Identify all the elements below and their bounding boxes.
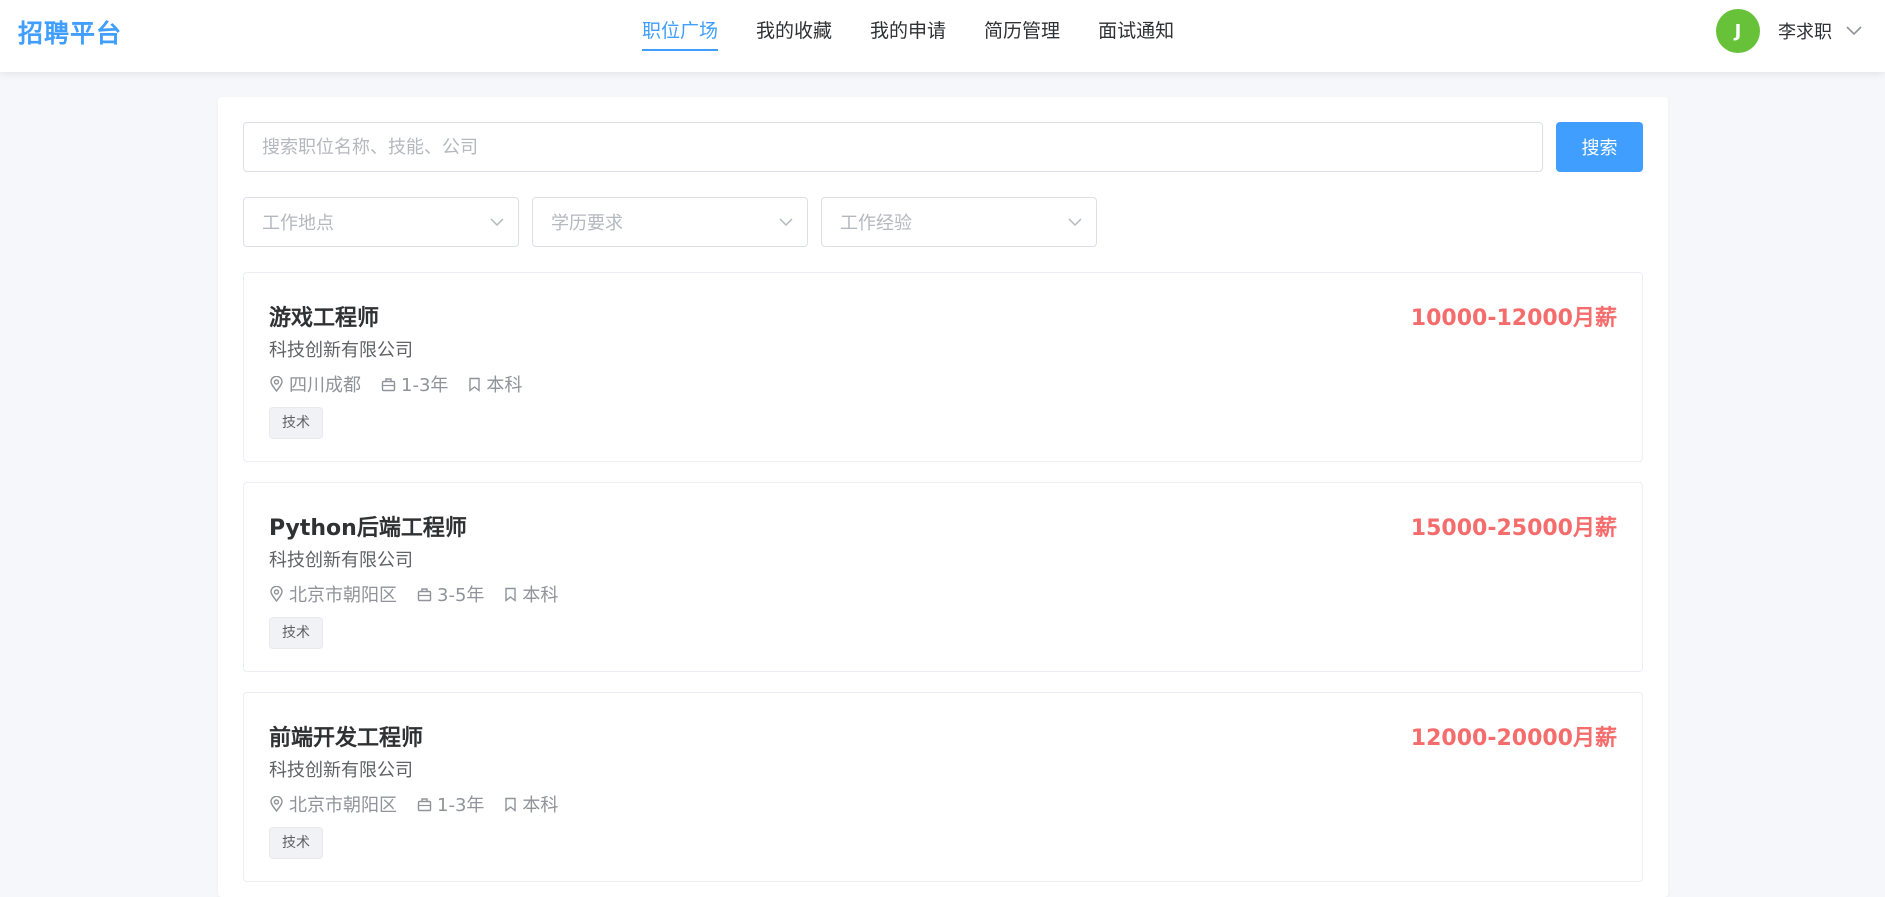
briefcase-icon — [417, 587, 432, 601]
location-pin-icon — [270, 796, 283, 812]
job-card[interactable]: Python后端工程师 15000-25000月薪 科技创新有限公司 北京市朝阳… — [243, 482, 1643, 672]
bookmark-icon — [505, 797, 517, 812]
user-menu[interactable]: J 李求职 — [1716, 9, 1862, 53]
job-location-text: 北京市朝阳区 — [289, 795, 397, 816]
experience-filter-select[interactable]: 工作经验 — [821, 197, 1097, 247]
job-tag: 技术 — [269, 407, 323, 439]
chevron-down-icon[interactable] — [1846, 26, 1862, 36]
location-filter-placeholder: 工作地点 — [262, 213, 334, 234]
job-card[interactable]: 游戏工程师 10000-12000月薪 科技创新有限公司 四川成都 1-3年 本… — [243, 272, 1643, 462]
location-pin-icon — [270, 586, 283, 602]
job-salary: 12000-20000月薪 — [1410, 726, 1617, 751]
app-logo[interactable]: 招聘平台 — [18, 14, 122, 50]
chevron-down-icon — [1068, 217, 1082, 226]
job-education-text: 本科 — [486, 375, 523, 396]
job-company: 科技创新有限公司 — [269, 340, 413, 361]
job-title[interactable]: 前端开发工程师 — [269, 720, 423, 752]
job-location: 四川成都 — [269, 371, 361, 397]
job-meta: 北京市朝阳区 3-5年 本科 — [269, 581, 578, 607]
job-list-panel: 搜索 工作地点 学历要求 工作经验 游戏工程师 10000-12000月薪 科技… — [218, 97, 1668, 897]
job-salary: 10000-12000月薪 — [1410, 306, 1617, 331]
bookmark-icon — [469, 377, 481, 392]
job-meta: 北京市朝阳区 1-3年 本科 — [269, 791, 578, 817]
job-title[interactable]: 游戏工程师 — [269, 300, 379, 332]
education-filter-placeholder: 学历要求 — [551, 213, 623, 234]
chevron-down-icon — [490, 217, 504, 226]
job-education: 本科 — [468, 371, 522, 397]
nav-item-my-applications[interactable]: 我的申请 — [870, 0, 946, 72]
briefcase-icon — [381, 377, 396, 391]
username[interactable]: 李求职 — [1778, 18, 1832, 44]
job-experience: 3-5年 — [417, 581, 484, 607]
job-meta: 四川成都 1-3年 本科 — [269, 371, 542, 397]
job-company: 科技创新有限公司 — [269, 760, 413, 781]
education-filter-select[interactable]: 学历要求 — [532, 197, 808, 247]
main-nav: 职位广场 我的收藏 我的申请 简历管理 面试通知 — [642, 0, 1212, 72]
location-pin-icon — [270, 376, 283, 392]
job-salary: 15000-25000月薪 — [1410, 516, 1617, 541]
job-experience-text: 1-3年 — [401, 375, 449, 396]
job-education-text: 本科 — [522, 795, 559, 816]
job-experience: 1-3年 — [381, 371, 448, 397]
chevron-down-icon — [779, 217, 793, 226]
job-location: 北京市朝阳区 — [269, 581, 397, 607]
bookmark-icon — [505, 587, 517, 602]
job-location-text: 四川成都 — [289, 375, 361, 396]
nav-item-job-square[interactable]: 职位广场 — [642, 0, 719, 72]
job-location: 北京市朝阳区 — [269, 791, 397, 817]
location-filter-select[interactable]: 工作地点 — [243, 197, 519, 247]
job-education: 本科 — [504, 791, 558, 817]
search-input[interactable] — [243, 122, 1543, 172]
search-button[interactable]: 搜索 — [1556, 122, 1643, 172]
job-title[interactable]: Python后端工程师 — [269, 510, 467, 542]
job-company: 科技创新有限公司 — [269, 550, 413, 571]
job-experience: 1-3年 — [417, 791, 484, 817]
job-tag: 技术 — [269, 617, 323, 649]
nav-item-interview-notices[interactable]: 面试通知 — [1098, 0, 1174, 72]
job-location-text: 北京市朝阳区 — [289, 585, 397, 606]
job-experience-text: 1-3年 — [437, 795, 485, 816]
avatar[interactable]: J — [1716, 9, 1760, 53]
experience-filter-placeholder: 工作经验 — [840, 213, 912, 234]
job-tag: 技术 — [269, 827, 323, 859]
nav-item-resume-management[interactable]: 简历管理 — [984, 0, 1060, 72]
top-header: 招聘平台 职位广场 我的收藏 我的申请 简历管理 面试通知 J 李求职 — [0, 0, 1885, 72]
nav-item-my-favorites[interactable]: 我的收藏 — [756, 0, 832, 72]
job-education-text: 本科 — [522, 585, 559, 606]
job-experience-text: 3-5年 — [437, 585, 485, 606]
briefcase-icon — [417, 797, 432, 811]
job-card[interactable]: 前端开发工程师 12000-20000月薪 科技创新有限公司 北京市朝阳区 1-… — [243, 692, 1643, 882]
job-education: 本科 — [504, 581, 558, 607]
